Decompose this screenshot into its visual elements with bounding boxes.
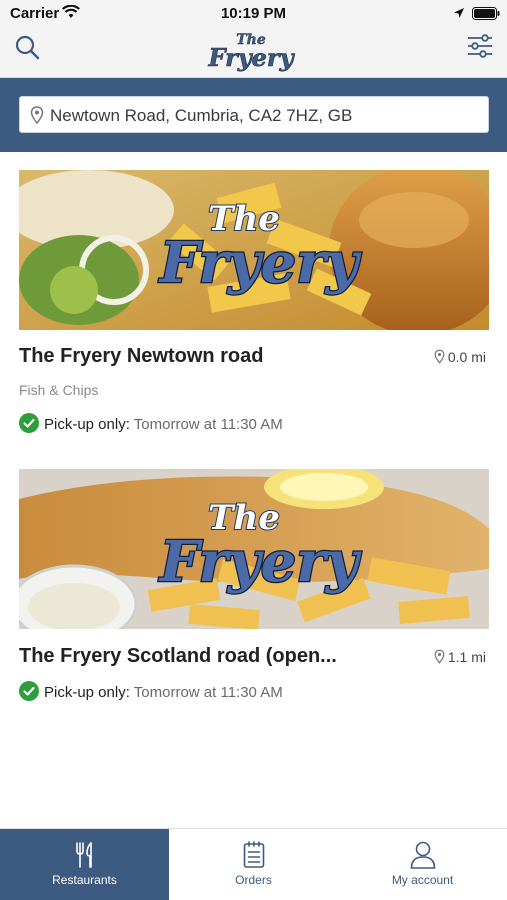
restaurant-distance: 0.0 mi: [434, 349, 486, 365]
nav-bar: The Fryery: [0, 28, 507, 78]
pickup-time: Tomorrow at 11:30 AM: [133, 416, 283, 433]
tab-label: Orders: [235, 873, 272, 887]
app-logo: The Fryery: [207, 32, 296, 73]
restaurant-image[interactable]: The Fryery: [19, 170, 489, 330]
pickup-time: Tomorrow at 11:30 AM: [133, 684, 283, 701]
pickup-info: Pick-up only: Tomorrow at 11:30 AM: [19, 413, 283, 433]
status-time: 10:19 PM: [220, 5, 287, 22]
clipboard-icon: [243, 841, 264, 868]
map-pin-icon: [434, 349, 445, 364]
tab-orders[interactable]: Orders: [169, 829, 338, 900]
restaurant-category: Fish & Chips: [19, 382, 99, 398]
fork-knife-icon: [75, 842, 92, 868]
tab-bar: Restaurants Orders My account: [0, 828, 507, 900]
location-bar: Newtown Road, Cumbria, CA2 7HZ, GB: [0, 78, 507, 152]
tab-label: My account: [391, 873, 454, 887]
tab-label: Restaurants: [52, 873, 117, 887]
map-pin-icon: [434, 649, 445, 664]
location-input[interactable]: Newtown Road, Cumbria, CA2 7HZ, GB: [19, 96, 489, 133]
tab-my-account[interactable]: My account: [338, 829, 507, 900]
pickup-info: Pick-up only: Tomorrow at 11:30 AM: [19, 681, 283, 701]
restaurant-distance: 1.1 mi: [434, 649, 486, 665]
distance-value: 0.0 mi: [447, 349, 486, 365]
user-icon: [410, 841, 435, 869]
pickup-label: Pick-up only:: [44, 416, 130, 433]
search-icon[interactable]: [14, 34, 40, 60]
tab-restaurants[interactable]: Restaurants: [0, 829, 169, 900]
restaurant-image[interactable]: The Fryery: [19, 469, 489, 629]
svg-text:Fryery: Fryery: [158, 529, 362, 595]
filter-sliders-icon[interactable]: [466, 32, 494, 60]
map-pin-icon: [30, 106, 44, 124]
restaurant-name[interactable]: The Fryery Newtown road: [19, 345, 264, 368]
restaurant-name[interactable]: The Fryery Scotland road (open...: [19, 645, 337, 668]
location-arrow-icon: [454, 8, 464, 18]
svg-text:Fryery: Fryery: [158, 230, 362, 296]
distance-value: 1.1 mi: [447, 649, 486, 665]
pickup-label: Pick-up only:: [44, 684, 130, 701]
svg-text:Fryery: Fryery: [207, 43, 295, 72]
check-circle-icon: [19, 681, 39, 701]
check-circle-icon: [19, 413, 39, 433]
location-value: Newtown Road, Cumbria, CA2 7HZ, GB: [50, 106, 353, 125]
status-bar: Carrier 10:19 PM: [0, 0, 507, 28]
battery-icon: [472, 7, 500, 20]
